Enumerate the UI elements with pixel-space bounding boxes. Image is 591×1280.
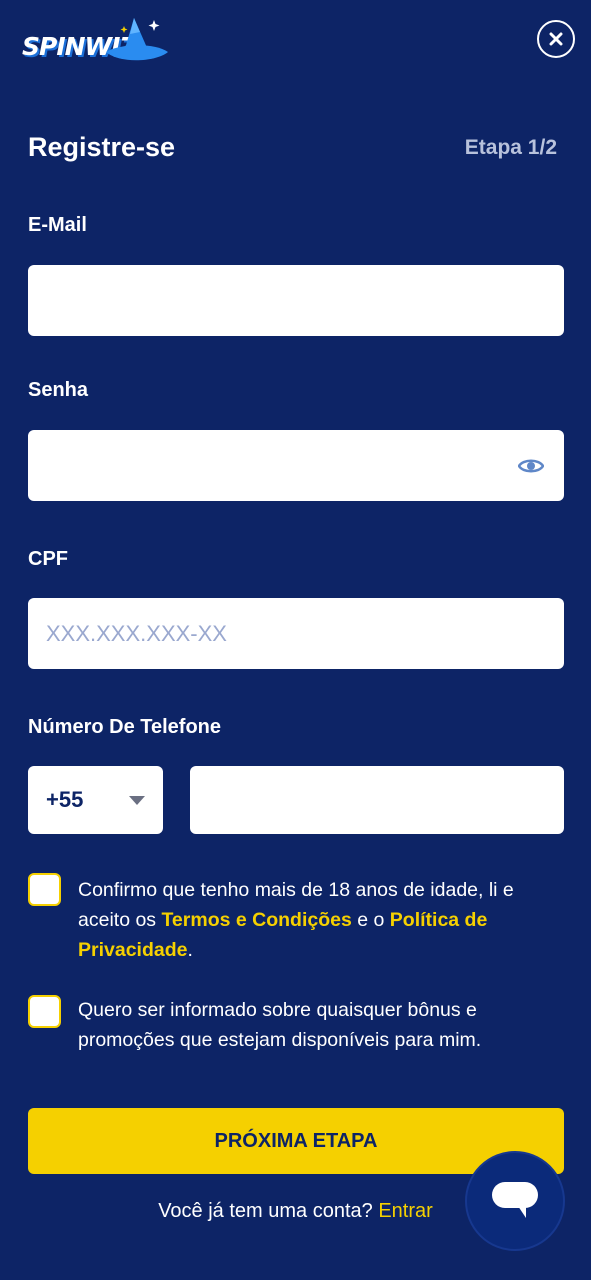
marketing-checkbox[interactable] (28, 995, 61, 1028)
terms-link[interactable]: Termos e Condições (161, 909, 351, 931)
chevron-down-icon (129, 795, 145, 805)
eye-icon (518, 459, 544, 473)
cpf-label: CPF (28, 548, 68, 570)
cpf-field[interactable] (28, 598, 564, 669)
login-link[interactable]: Entrar (378, 1200, 432, 1222)
close-button[interactable] (537, 20, 575, 58)
terms-checkbox[interactable] (28, 873, 61, 906)
phone-number-field[interactable] (190, 766, 564, 834)
country-code-select[interactable]: +55 (28, 766, 163, 834)
spinwiz-logo[interactable]: SPINWIZ (20, 14, 170, 70)
terms-text: Confirmo que tenho mais de 18 anos de id… (78, 875, 548, 965)
phone-label: Número De Telefone (28, 716, 221, 738)
chat-bubble-icon (492, 1182, 538, 1218)
password-field[interactable] (28, 430, 564, 501)
page-title: Registre-se (28, 132, 176, 162)
login-prompt-text: Você já tem uma conta? (158, 1200, 373, 1222)
chat-button[interactable] (465, 1151, 565, 1251)
step-indicator: Etapa 1/2 (464, 136, 557, 159)
password-label: Senha (28, 379, 89, 401)
email-field[interactable] (28, 265, 564, 336)
wizard-hat-icon (106, 18, 168, 61)
terms-text-after: . (187, 939, 193, 961)
email-label: E-Mail (28, 214, 87, 236)
marketing-text: Quero ser informado sobre quaisquer bônu… (78, 999, 482, 1051)
terms-text-middle: e o (351, 909, 390, 931)
show-password-toggle[interactable] (516, 452, 546, 480)
close-icon (549, 32, 563, 46)
country-code-value: +55 (46, 787, 84, 812)
